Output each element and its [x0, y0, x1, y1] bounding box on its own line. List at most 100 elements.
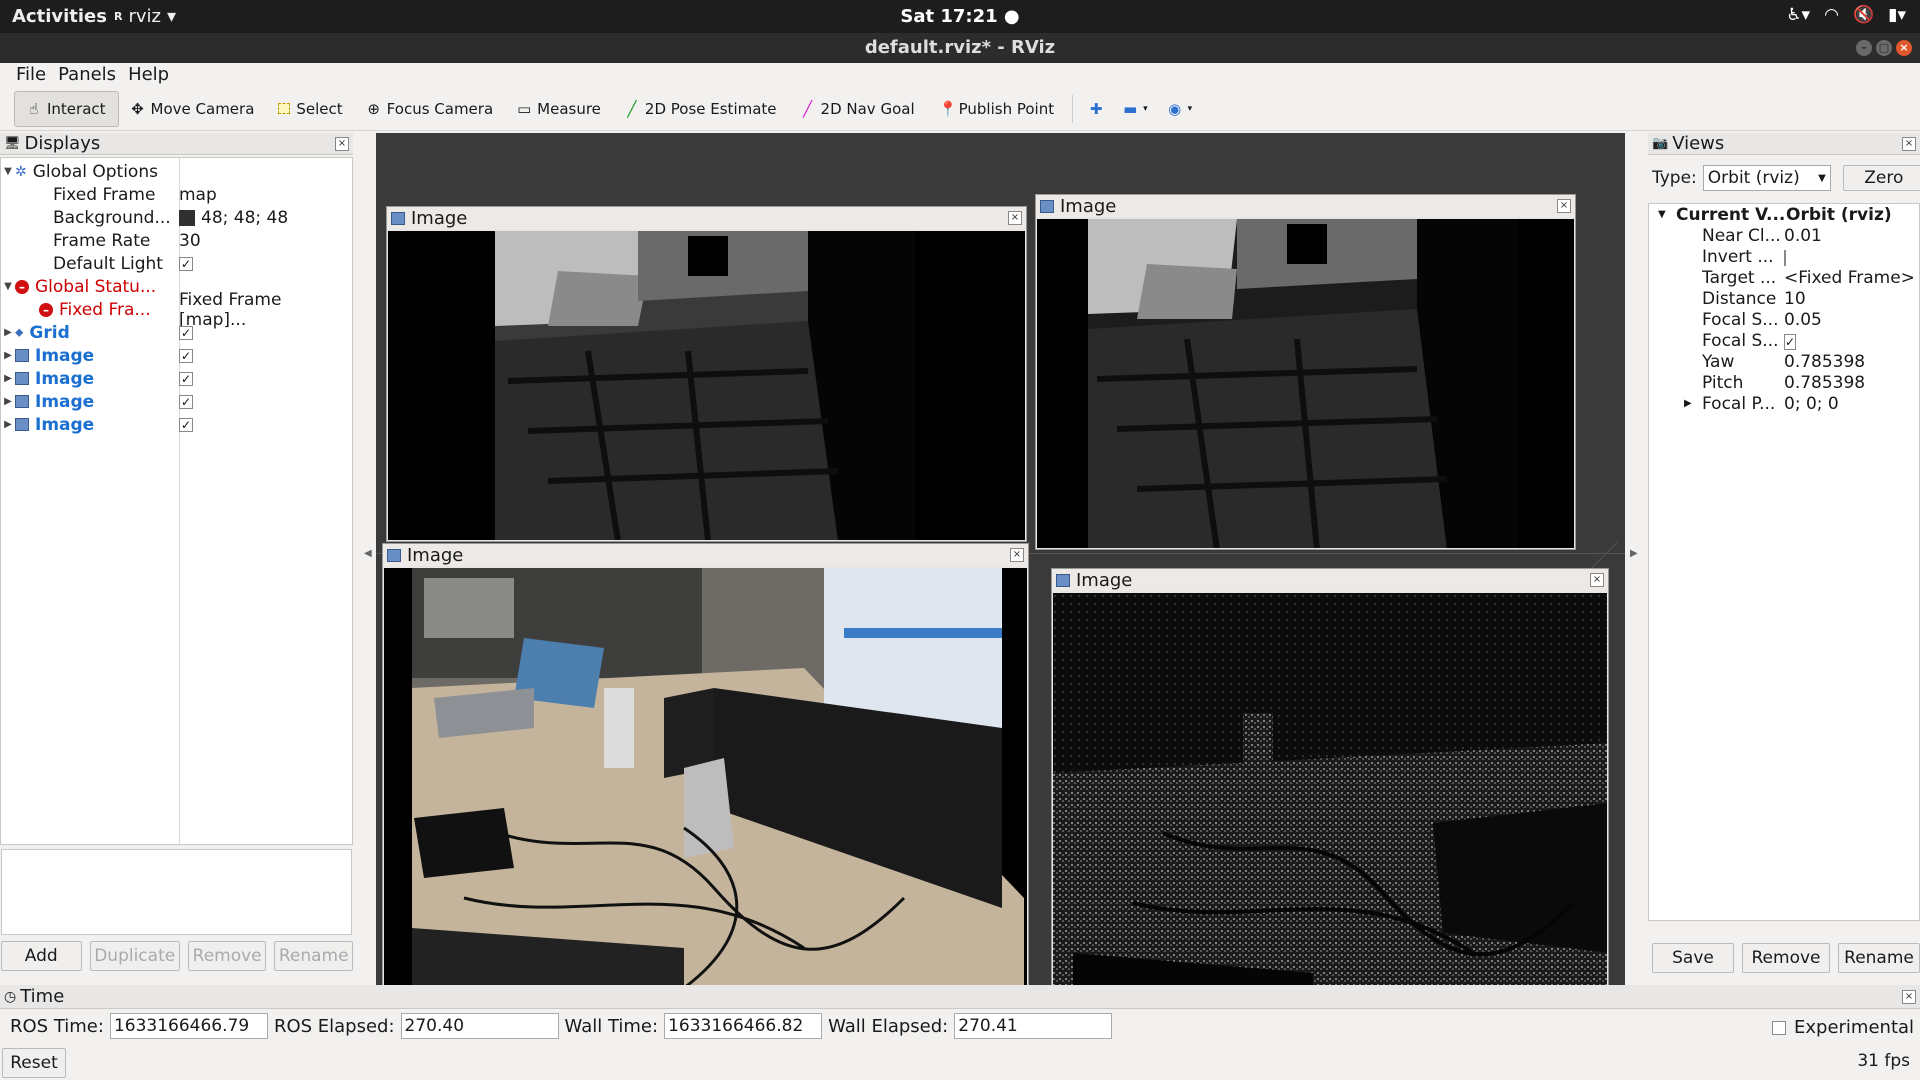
invert-z-checkbox[interactable] — [1784, 249, 1786, 266]
view-prop-row[interactable]: Invert ... — [1652, 246, 1918, 267]
image-enabled-checkbox[interactable]: ✓ — [179, 371, 193, 386]
tree-row-grid[interactable]: ▶ ⬥ Grid ✓ — [1, 321, 352, 344]
image-window-header[interactable]: Image × — [387, 207, 1026, 229]
collapse-right-arrow-icon[interactable]: ▶ — [1630, 548, 1638, 559]
tree-row-fixed-frame[interactable]: Fixed Frame map — [1, 183, 352, 206]
rename-view-button[interactable]: Rename — [1838, 943, 1920, 973]
expand-arrow-icon[interactable]: ▼ — [1658, 209, 1666, 220]
view-prop-row[interactable]: Target ... <Fixed Frame> — [1652, 267, 1918, 288]
move-camera-tool-button[interactable]: ✥ Move Camera — [119, 91, 267, 127]
view-prop-row[interactable]: Yaw 0.785398 — [1652, 351, 1918, 372]
view-prop-value[interactable]: <Fixed Frame> — [1784, 268, 1915, 288]
expand-arrow-icon[interactable]: ▶ — [1684, 398, 1692, 409]
view-prop-value[interactable]: 10 — [1784, 289, 1806, 309]
view-prop-row[interactable]: ▶ Focal P... 0; 0; 0 — [1652, 393, 1918, 414]
add-tool-button[interactable]: ✚ — [1079, 91, 1113, 127]
duplicate-display-button[interactable]: Duplicate — [89, 941, 180, 971]
pose-estimate-tool-button[interactable]: ╱ 2D Pose Estimate — [613, 91, 789, 127]
view-prop-value[interactable]: 0; 0; 0 — [1784, 394, 1839, 414]
rename-display-button[interactable]: Rename — [274, 941, 353, 971]
publish-point-tool-button[interactable]: 📍 Publish Point — [927, 91, 1066, 127]
interact-tool-button[interactable]: ☝ Interact — [14, 90, 119, 127]
view-prop-row[interactable]: Distance 10 — [1652, 288, 1918, 309]
image-window-ir[interactable]: Image × — [1051, 568, 1609, 1035]
app-menu[interactable]: R rviz ▾ — [114, 6, 176, 27]
image-enabled-checkbox[interactable]: ✓ — [179, 417, 193, 432]
select-tool-button[interactable]: Select — [266, 91, 354, 127]
view-prop-value[interactable]: 0.05 — [1784, 310, 1822, 330]
expand-arrow-icon[interactable]: ▼ — [1, 281, 15, 292]
default-light-checkbox[interactable]: ✓ — [179, 256, 193, 271]
focal-shape-checkbox[interactable]: ✓ — [1784, 333, 1797, 350]
ros-elapsed-field[interactable]: 270.40 — [400, 1013, 559, 1039]
expand-arrow-icon[interactable]: ▶ — [1, 419, 15, 430]
maximize-button[interactable]: □ — [1876, 40, 1892, 56]
view-prop-value[interactable]: 0.01 — [1784, 226, 1822, 246]
focus-camera-tool-button[interactable]: ⊕ Focus Camera — [355, 91, 505, 127]
accessibility-icon[interactable]: ♿▾ — [1786, 5, 1810, 25]
view-prop-row[interactable]: Focal S... ✓ — [1652, 330, 1918, 351]
wall-elapsed-field[interactable]: 270.41 — [954, 1013, 1113, 1039]
wall-time-field[interactable]: 1633166466.82 — [664, 1013, 823, 1039]
image-window-header[interactable]: Image × — [1036, 195, 1575, 217]
expand-arrow-icon[interactable]: ▶ — [1, 350, 15, 361]
expand-arrow-icon[interactable]: ▶ — [1, 396, 15, 407]
clock[interactable]: Sat 17:21 ● — [900, 6, 1019, 27]
save-view-button[interactable]: Save — [1652, 943, 1734, 973]
close-image-window-button[interactable]: × — [1008, 211, 1022, 225]
image-window-header[interactable]: Image × — [383, 544, 1028, 566]
remove-tool-button[interactable]: ▬ ▾ — [1113, 91, 1158, 127]
close-panel-button[interactable]: × — [335, 136, 349, 151]
remove-display-button[interactable]: Remove — [187, 941, 267, 971]
image-window-header[interactable]: Image × — [1052, 569, 1608, 591]
image-window-rgb[interactable]: Image × — [382, 543, 1029, 1012]
menu-file[interactable]: File — [10, 63, 52, 87]
reset-button[interactable]: Reset — [2, 1048, 66, 1078]
experimental-option[interactable]: Experimental — [1772, 1017, 1914, 1038]
background-value[interactable]: 48; 48; 48 — [201, 208, 288, 228]
tree-row-background[interactable]: Background... 48; 48; 48 — [1, 206, 352, 229]
add-display-button[interactable]: Add — [1, 941, 82, 971]
experimental-checkbox[interactable] — [1772, 1020, 1786, 1035]
expand-arrow-icon[interactable]: ▼ — [1, 166, 15, 177]
fixed-frame-value[interactable]: map — [179, 185, 217, 205]
menu-help[interactable]: Help — [122, 63, 175, 87]
current-view-row[interactable]: ▼ Current V... Orbit (rviz) — [1652, 204, 1918, 225]
expand-arrow-icon[interactable]: ▶ — [1, 373, 15, 384]
collapse-left-arrow-icon[interactable]: ◀ — [364, 548, 372, 559]
close-panel-button[interactable]: × — [1902, 136, 1916, 151]
tree-row-global-options[interactable]: ▼ ✲ Global Options — [1, 160, 352, 183]
menu-panels[interactable]: Panels — [52, 63, 122, 87]
tool-properties-button[interactable]: ◉ ▾ — [1158, 91, 1203, 127]
close-image-window-button[interactable]: × — [1590, 573, 1604, 587]
close-image-window-button[interactable]: × — [1557, 199, 1571, 213]
color-swatch[interactable] — [179, 209, 195, 226]
image-window-depth-1[interactable]: Image × — [386, 206, 1027, 542]
ros-time-field[interactable]: 1633166466.79 — [109, 1013, 268, 1039]
close-button[interactable]: × — [1896, 40, 1912, 56]
view-prop-row[interactable]: Near Cl... 0.01 — [1652, 225, 1918, 246]
tree-row-image-2[interactable]: ▶ Image ✓ — [1, 367, 352, 390]
expand-arrow-icon[interactable]: ▶ — [1, 327, 15, 338]
displays-tree[interactable]: ▼ ✲ Global Options Fixed Frame map Backgr… — [0, 157, 353, 846]
tree-row-default-light[interactable]: Default Light ✓ — [1, 252, 352, 275]
nav-goal-tool-button[interactable]: ╱ 2D Nav Goal — [789, 91, 927, 127]
tree-row-image-4[interactable]: ▶ Image ✓ — [1, 413, 352, 436]
view-type-select[interactable]: Orbit (rviz) ▼ — [1702, 165, 1831, 191]
measure-tool-button[interactable]: ▭ Measure — [505, 91, 613, 127]
frame-rate-value[interactable]: 30 — [179, 231, 201, 251]
system-tray[interactable]: ♿▾ ◠ 🔇 ▮▾ — [1786, 5, 1906, 25]
view-prop-row[interactable]: Pitch 0.785398 — [1652, 372, 1918, 393]
image-window-depth-2[interactable]: Image × — [1035, 194, 1576, 550]
close-image-window-button[interactable]: × — [1010, 548, 1024, 562]
view-prop-value[interactable]: 0.785398 — [1784, 352, 1865, 372]
close-panel-button[interactable]: × — [1902, 989, 1916, 1004]
activities-button[interactable]: Activities — [12, 6, 107, 27]
image-enabled-checkbox[interactable]: ✓ — [179, 394, 193, 409]
image-enabled-checkbox[interactable]: ✓ — [179, 348, 193, 363]
grid-enabled-checkbox[interactable]: ✓ — [179, 325, 193, 340]
minimize-button[interactable]: – — [1856, 40, 1872, 56]
remove-view-button[interactable]: Remove — [1742, 943, 1830, 973]
tree-row-frame-rate[interactable]: Frame Rate 30 — [1, 229, 352, 252]
view-prop-row[interactable]: Focal S... 0.05 — [1652, 309, 1918, 330]
